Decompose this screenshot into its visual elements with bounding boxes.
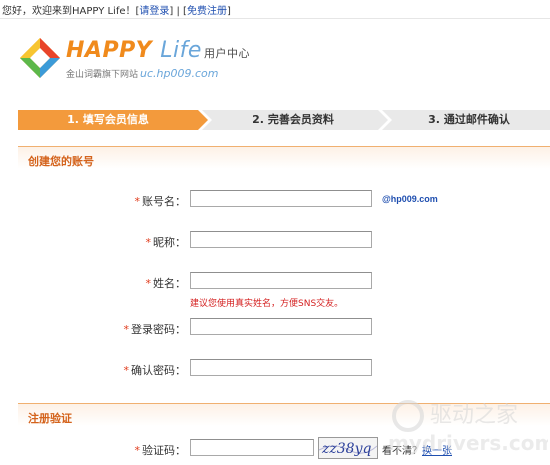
account-name-input[interactable] xyxy=(190,190,372,207)
real-name-label: * 姓名： xyxy=(146,275,187,291)
nickname-input[interactable] xyxy=(190,231,372,248)
required-mark: * xyxy=(145,236,152,249)
required-mark: * xyxy=(123,364,130,377)
required-mark: * xyxy=(134,444,141,457)
brand-uc: 用户中心 xyxy=(203,47,250,60)
field-nickname: * 昵称： xyxy=(0,231,550,251)
greeting-line: 您好，欢迎来到HAPPY Life！[请登录] | [免费注册] xyxy=(2,2,231,17)
step-3: 3. 通过邮件确认 xyxy=(428,113,510,126)
captcha-image[interactable]: zz38yq xyxy=(318,437,378,459)
real-name-label-text: 姓名： xyxy=(153,277,186,290)
password-label: * 登录密码： xyxy=(124,321,187,337)
register-link[interactable]: 免费注册 xyxy=(187,6,227,17)
required-mark: * xyxy=(134,195,141,208)
brand-life: Life xyxy=(160,38,202,63)
nickname-label-text: 昵称： xyxy=(153,236,186,249)
watermark: 驱动之家 mydrivers.com xyxy=(388,388,550,462)
password-input[interactable] xyxy=(190,318,372,335)
login-link[interactable]: 请登录 xyxy=(139,6,169,17)
site-url: uc.hp009.com xyxy=(140,67,219,80)
captcha-text: zz38yq xyxy=(321,441,371,457)
confirm-password-label: * 确认密码： xyxy=(124,362,187,378)
account-name-label-text: 账号名： xyxy=(142,195,186,208)
separator: ] | [ xyxy=(169,6,187,17)
field-confirm-password: * 确认密码： xyxy=(0,359,550,379)
watermark-graphic: 驱动之家 mydrivers.com xyxy=(388,400,550,455)
watermark-url: mydrivers.com xyxy=(388,431,548,455)
nickname-label: * 昵称： xyxy=(146,234,187,250)
required-mark: * xyxy=(123,323,130,336)
account-name-label: * 账号名： xyxy=(135,193,187,209)
account-section-header: 创建您的账号 xyxy=(18,146,550,169)
confirm-password-input[interactable] xyxy=(190,359,372,376)
password-label-text: 登录密码： xyxy=(131,323,186,336)
field-password: * 登录密码： xyxy=(0,318,550,338)
field-account-name: * 账号名： @hp009.com xyxy=(0,190,550,210)
brand-happy: HAPPY xyxy=(66,38,153,63)
watermark-cn: 驱动之家 xyxy=(430,403,518,428)
registration-steps: 1. 填写会员信息 2. 完善会员资料 3. 通过邮件确认 xyxy=(18,110,550,130)
required-mark: * xyxy=(145,277,152,290)
field-real-name: * 姓名： xyxy=(0,272,550,292)
step-2: 2. 完善会员资料 xyxy=(252,113,334,126)
captcha-input[interactable] xyxy=(190,439,314,456)
confirm-password-label-text: 确认密码： xyxy=(131,364,186,377)
site-logo[interactable]: HAPPY Life 用户中心 金山词霸旗下网站 uc.hp009.com xyxy=(18,36,318,96)
real-name-input[interactable] xyxy=(190,272,372,289)
brand-name: HAPPY Life 用户中心 xyxy=(66,38,250,63)
verify-section-title: 注册验证 xyxy=(28,412,72,425)
captcha-label: * 验证码： xyxy=(135,442,187,458)
captcha-graphic: zz38yq xyxy=(318,441,378,457)
subtitle-text: 金山词霸旗下网站 xyxy=(66,70,139,80)
real-name-hint: 建议您使用真实姓名，方便SNS交友。 xyxy=(190,299,344,309)
brand-subtitle: 金山词霸旗下网站 uc.hp009.com xyxy=(66,67,218,80)
step-1: 1. 填写会员信息 xyxy=(67,113,149,126)
email-domain-suffix: @hp009.com xyxy=(382,194,438,204)
greeting-text: 您好，欢迎来到HAPPY Life！[ xyxy=(2,6,140,17)
bracket-end: ] xyxy=(226,6,231,17)
logo-mark-icon xyxy=(20,38,60,78)
captcha-label-text: 验证码： xyxy=(142,444,186,457)
account-section-title: 创建您的账号 xyxy=(28,155,94,168)
top-bar: 您好，欢迎来到HAPPY Life！[请登录] | [免费注册] xyxy=(0,0,550,19)
